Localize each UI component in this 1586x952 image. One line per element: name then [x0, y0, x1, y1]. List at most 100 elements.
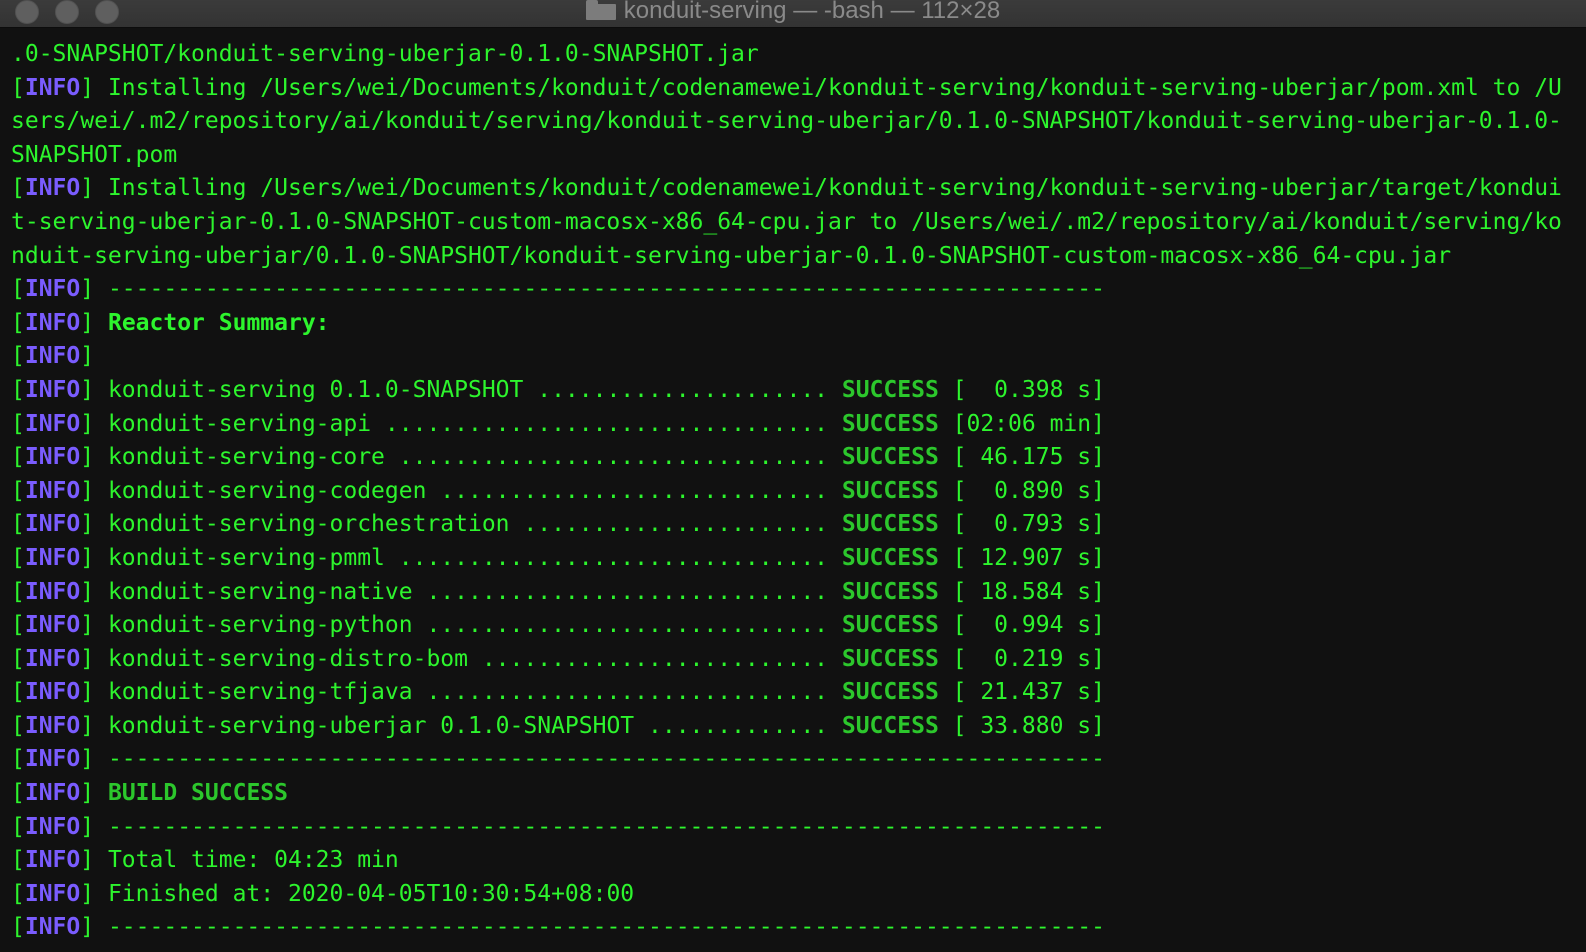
info-tag: [INFO] — [11, 578, 95, 605]
summary-time: [02:06 min] — [938, 410, 1105, 437]
summary-time: [ 21.437 s] — [938, 679, 1105, 706]
info-tag: [INFO] — [11, 276, 95, 303]
info-label: INFO — [24, 309, 81, 336]
separator-line: ----------------------------------------… — [94, 813, 1105, 840]
terminal-line: [INFO] ---------------------------------… — [11, 743, 1586, 777]
build-success-text: BUILD SUCCESS — [107, 780, 288, 807]
summary-row: [INFO] konduit-serving-distro-bom ......… — [11, 643, 1586, 677]
summary-row: [INFO] konduit-serving-tfjava ..........… — [11, 676, 1586, 710]
line-text: .0-SNAPSHOT/konduit-serving-uberjar-0.1.… — [11, 41, 759, 67]
terminal-line: t-serving-uberjar-0.1.0-SNAPSHOT-custom-… — [11, 206, 1586, 240]
summary-module: konduit-serving-tfjava .................… — [94, 679, 842, 706]
summary-status: SUCCESS — [841, 410, 939, 437]
terminal-line: nduit-serving-uberjar/0.1.0-SNAPSHOT/kon… — [11, 240, 1586, 274]
summary-status: SUCCESS — [841, 444, 939, 471]
line-text: t-serving-uberjar-0.1.0-SNAPSHOT-custom-… — [11, 208, 1562, 235]
summary-row: [INFO] konduit-serving-core ............… — [11, 441, 1586, 475]
info-label: INFO — [24, 511, 81, 538]
info-tag: [INFO] — [11, 880, 95, 907]
info-tag: [INFO] — [11, 511, 95, 538]
total-time-text: Total time: 04:23 min — [94, 847, 399, 874]
terminal-line: SNAPSHOT.pom — [11, 139, 1586, 173]
summary-module: konduit-serving-api ....................… — [94, 410, 842, 437]
terminal-line: [INFO] — [11, 340, 1586, 374]
summary-status: SUCCESS — [841, 612, 939, 639]
summary-time: [ 12.907 s] — [938, 544, 1105, 571]
summary-time: [ 0.994 s] — [938, 612, 1105, 639]
summary-time: [ 0.793 s] — [938, 511, 1105, 538]
info-tag: [INFO] — [11, 376, 95, 403]
info-tag: [INFO] — [11, 477, 95, 504]
info-label: INFO — [24, 712, 81, 739]
terminal-line: sers/wei/.m2/repository/ai/konduit/servi… — [11, 105, 1586, 139]
summary-status: SUCCESS — [841, 712, 939, 739]
info-label: INFO — [24, 914, 81, 941]
info-label: INFO — [24, 444, 81, 471]
info-label: INFO — [24, 477, 81, 504]
info-label: INFO — [24, 780, 81, 807]
info-label: INFO — [24, 679, 81, 706]
summary-time: [ 46.175 s] — [938, 444, 1105, 471]
info-tag: [INFO] — [11, 645, 95, 672]
terminal-line: [INFO] Reactor Summary: — [11, 307, 1586, 341]
info-tag: [INFO] — [11, 175, 95, 202]
info-tag: [INFO] — [11, 309, 95, 336]
terminal-output[interactable]: .0-SNAPSHOT/konduit-serving-uberjar-0.1.… — [0, 28, 1586, 952]
line-text: Installing /Users/wei/Documents/konduit/… — [94, 175, 1562, 202]
summary-module: konduit-serving-codegen ................… — [94, 477, 842, 504]
summary-row: [INFO] konduit-serving-pmml ............… — [11, 542, 1586, 576]
summary-status: SUCCESS — [841, 544, 939, 571]
info-tag: [INFO] — [11, 74, 95, 101]
separator-line: ----------------------------------------… — [94, 276, 1105, 303]
summary-module: konduit-serving-orchestration ..........… — [94, 511, 842, 538]
folder-icon — [585, 0, 616, 20]
summary-module: konduit-serving-uberjar 0.1.0-SNAPSHOT .… — [94, 712, 842, 739]
info-label: INFO — [24, 645, 81, 672]
summary-row: [INFO] konduit-serving-native ..........… — [11, 576, 1586, 610]
window-title-wrap: konduit-serving — -bash — 112×28 — [0, 0, 1586, 25]
terminal-line: [INFO] ---------------------------------… — [11, 911, 1586, 945]
summary-time: [ 0.890 s] — [938, 477, 1105, 504]
summary-status: SUCCESS — [841, 679, 939, 706]
info-tag: [INFO] — [11, 544, 95, 571]
summary-module: konduit-serving 0.1.0-SNAPSHOT .........… — [94, 376, 842, 403]
summary-module: konduit-serving-pmml ...................… — [94, 544, 842, 571]
terminal-line: [INFO] Finished at: 2020-04-05T10:30:54+… — [11, 878, 1586, 912]
info-label: INFO — [24, 847, 81, 874]
info-tag: [INFO] — [11, 780, 95, 807]
info-tag: [INFO] — [11, 847, 95, 874]
line-text: Installing /Users/wei/Documents/konduit/… — [94, 74, 1562, 101]
summary-module: konduit-serving-core ...................… — [94, 444, 842, 471]
info-label: INFO — [24, 74, 81, 101]
summary-status: SUCCESS — [841, 511, 939, 538]
info-label: INFO — [24, 880, 81, 907]
summary-row: [INFO] konduit-serving-codegen .........… — [11, 475, 1586, 509]
title-bar[interactable]: konduit-serving — -bash — 112×28 — [0, 0, 1586, 28]
info-label: INFO — [24, 276, 81, 303]
info-tag: [INFO] — [11, 612, 95, 639]
summary-status: SUCCESS — [841, 376, 939, 403]
summary-row: [INFO] konduit-serving-orchestration ...… — [11, 508, 1586, 542]
summary-time: [ 33.880 s] — [938, 712, 1105, 739]
summary-row: [INFO] konduit-serving-api .............… — [11, 408, 1586, 442]
summary-time: [ 0.219 s] — [938, 645, 1105, 672]
terminal-window: konduit-serving — -bash — 112×28 .0-SNAP… — [0, 0, 1586, 952]
summary-time: [ 0.398 s] — [938, 376, 1105, 403]
terminal-line: [INFO] Installing /Users/wei/Documents/k… — [11, 172, 1586, 206]
info-tag: [INFO] — [11, 746, 95, 773]
info-label: INFO — [24, 175, 81, 202]
line-text: sers/wei/.m2/repository/ai/konduit/servi… — [11, 108, 1562, 135]
separator-line: ----------------------------------------… — [94, 746, 1105, 773]
info-label: INFO — [24, 746, 81, 773]
info-label: INFO — [24, 343, 81, 370]
info-tag: [INFO] — [11, 679, 95, 706]
info-label: INFO — [24, 578, 81, 605]
info-label: INFO — [24, 410, 81, 437]
summary-module: konduit-serving-python .................… — [94, 612, 842, 639]
info-tag: [INFO] — [11, 914, 95, 941]
info-tag: [INFO] — [11, 444, 95, 471]
terminal-line: [INFO] ---------------------------------… — [11, 811, 1586, 845]
terminal-line: .0-SNAPSHOT/konduit-serving-uberjar-0.1.… — [11, 38, 1586, 72]
info-label: INFO — [24, 544, 81, 571]
line-text: nduit-serving-uberjar/0.1.0-SNAPSHOT/kon… — [11, 242, 1452, 269]
